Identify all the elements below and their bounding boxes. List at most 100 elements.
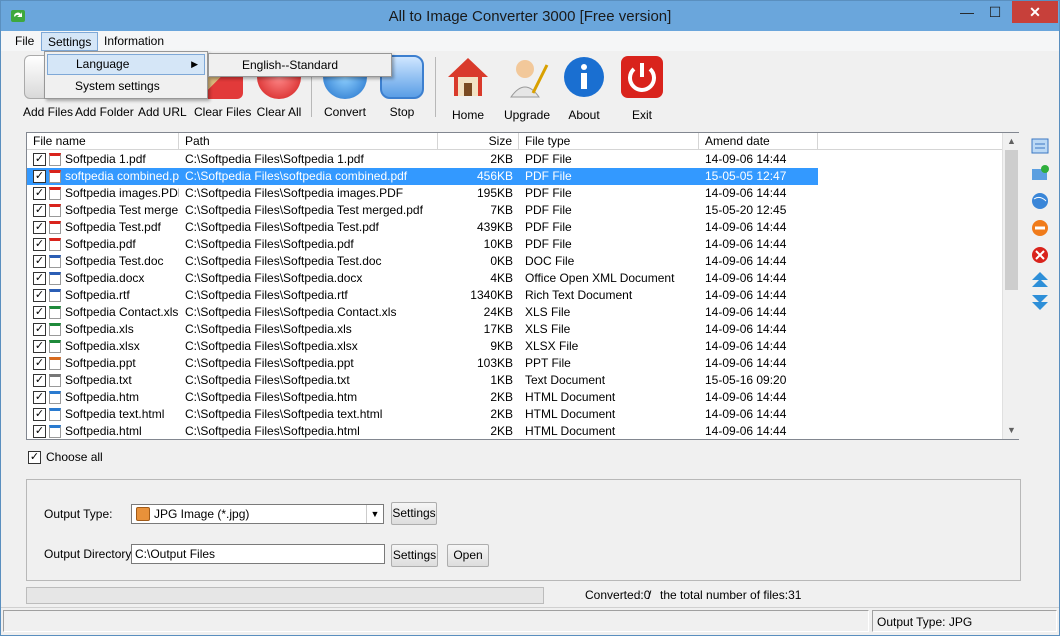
language-submenu-item-english[interactable]: English--Standard <box>208 53 392 77</box>
conversion-progress-bar <box>26 587 544 604</box>
table-row[interactable]: ✓ Softpedia.htm C:\Softpedia Files\Softped… <box>27 389 1002 406</box>
row-checkbox[interactable]: ✓ <box>33 408 46 421</box>
row-checkbox[interactable]: ✓ <box>33 306 46 319</box>
scroll-up-arrow-icon[interactable]: ▲ <box>1003 133 1020 150</box>
close-button[interactable]: ✕ <box>1012 1 1058 23</box>
row-checkbox[interactable]: ✓ <box>33 204 46 217</box>
cell-type: PDF File <box>525 237 572 251</box>
table-row[interactable]: ✓ Softpedia Contact.xls C:\Softpedia Files… <box>27 304 1002 321</box>
cell-path: C:\Softpedia Files\Softpedia.pdf <box>185 237 354 251</box>
move-up-icon[interactable] <box>1031 271 1049 289</box>
table-row[interactable]: ✓ Softpedia Test.pdf C:\Softpedia Files\So… <box>27 219 1002 236</box>
column-header-size[interactable]: Size <box>438 133 519 150</box>
table-row[interactable]: ✓ Softpedia.txt C:\Softpedia Files\Softped… <box>27 372 1002 389</box>
file-list[interactable]: File name Path Size File type Amend date… <box>26 132 1019 440</box>
move-down-icon[interactable] <box>1031 293 1049 311</box>
remove-icon[interactable] <box>1031 219 1049 237</box>
table-row[interactable]: ✓ Softpedia.xls C:\Softpedia Files\Softped… <box>27 321 1002 338</box>
choose-all-checkbox-box[interactable]: ✓ <box>28 451 41 464</box>
row-checkbox[interactable]: ✓ <box>33 170 46 183</box>
cell-file-name: ✓ Softpedia.xlsx <box>27 338 179 355</box>
column-header-file-type[interactable]: File type <box>519 133 699 150</box>
output-directory-settings-button[interactable]: Settings <box>391 544 438 567</box>
cell-path: C:\Softpedia Files\Softpedia Test.pdf <box>185 220 379 234</box>
menu-item-system-settings[interactable]: System settings <box>47 76 205 97</box>
cell-type: PDF File <box>519 168 699 185</box>
maximize-button[interactable]: ☐ <box>981 1 1009 23</box>
table-row[interactable]: ✓ Softpedia text.html C:\Softpedia Files\S… <box>27 406 1002 423</box>
cell-type: Text Document <box>525 373 606 387</box>
exit-button[interactable]: Exit <box>618 55 666 122</box>
list-view-icon[interactable] <box>1031 137 1049 155</box>
cell-date: 14-09-06 14:44 <box>705 424 787 438</box>
menu-item-language[interactable]: Language ▶ <box>47 54 205 75</box>
row-checkbox[interactable]: ✓ <box>33 153 46 166</box>
home-button[interactable]: Home <box>444 55 492 122</box>
row-checkbox[interactable]: ✓ <box>33 221 46 234</box>
about-button[interactable]: About <box>560 55 608 122</box>
pdf-file-icon <box>49 187 61 200</box>
row-checkbox[interactable]: ✓ <box>33 357 46 370</box>
add-folder-side-icon[interactable] <box>1031 164 1049 182</box>
htm-file-icon <box>49 408 61 421</box>
cell-date: 14-09-06 14:44 <box>705 186 787 200</box>
cell-size: 1340KB <box>470 288 513 302</box>
output-type-settings-button[interactable]: Settings <box>391 502 437 525</box>
file-list-scrollbar[interactable]: ▲ ▼ <box>1002 133 1019 439</box>
output-type-select[interactable]: JPG Image (*.jpg) ▼ <box>131 504 384 524</box>
scrollbar-thumb[interactable] <box>1005 150 1018 290</box>
table-row[interactable]: ✓ Softpedia.docx C:\Softpedia Files\Softpe… <box>27 270 1002 287</box>
chevron-down-icon[interactable]: ▼ <box>366 505 383 523</box>
output-type-value: JPG Image (*.jpg) <box>154 507 250 521</box>
cell-date: 14-09-06 14:44 <box>705 305 787 319</box>
cell-file-name: ✓ Softpedia images.PDF <box>27 185 179 202</box>
file-name-text: Softpedia.xls <box>65 322 134 336</box>
column-header-amend-date[interactable]: Amend date <box>699 133 818 150</box>
title-bar[interactable]: All to Image Converter 3000 [Free versio… <box>1 1 1059 31</box>
cell-type: PPT File <box>525 356 571 370</box>
row-checkbox[interactable]: ✓ <box>33 374 46 387</box>
table-row[interactable]: ✓ Softpedia 1.pdf C:\Softpedia Files\Softp… <box>27 151 1002 168</box>
row-checkbox[interactable]: ✓ <box>33 255 46 268</box>
open-button[interactable]: Open <box>447 544 489 567</box>
table-row[interactable]: ✓ Softpedia.xlsx C:\Softpedia Files\Softpe… <box>27 338 1002 355</box>
row-checkbox[interactable]: ✓ <box>33 323 46 336</box>
clear-all-side-icon[interactable] <box>1031 246 1049 264</box>
column-header-path[interactable]: Path <box>179 133 438 150</box>
row-checkbox[interactable]: ✓ <box>33 238 46 251</box>
upgrade-button[interactable]: Upgrade <box>501 55 553 122</box>
home-label: Home <box>451 108 484 122</box>
menu-settings[interactable]: Settings <box>41 32 99 51</box>
menu-information[interactable]: Information <box>98 32 170 51</box>
table-row[interactable]: ✓ Softpedia.html C:\Softpedia Files\Softpe… <box>27 423 1002 440</box>
cell-size: 2KB <box>490 407 513 421</box>
row-checkbox[interactable]: ✓ <box>33 289 46 302</box>
scroll-down-arrow-icon[interactable]: ▼ <box>1003 422 1020 439</box>
row-checkbox[interactable]: ✓ <box>33 340 46 353</box>
minimize-button[interactable]: — <box>953 1 981 23</box>
table-row[interactable]: ✓ softpedia combined.pdf C:\Softpedia File… <box>27 168 1002 185</box>
menu-file[interactable]: File <box>9 32 40 51</box>
add-folder-label: Add Folder <box>75 105 134 119</box>
table-row[interactable]: ✓ Softpedia.rtf C:\Softpedia Files\Softped… <box>27 287 1002 304</box>
table-row[interactable]: ✓ Softpedia.ppt C:\Softpedia Files\Softped… <box>27 355 1002 372</box>
row-checkbox[interactable]: ✓ <box>33 272 46 285</box>
cell-path: C:\Softpedia Files\Softpedia 1.pdf <box>185 152 364 166</box>
file-list-header: File name Path Size File type Amend date <box>27 133 1002 150</box>
column-header-file-name[interactable]: File name <box>27 133 179 150</box>
cell-date: 14-09-06 14:44 <box>705 390 787 404</box>
row-checkbox[interactable]: ✓ <box>33 391 46 404</box>
table-row[interactable]: ✓ Softpedia Test.doc C:\Softpedia Files\So… <box>27 253 1002 270</box>
cell-size: 2KB <box>490 152 513 166</box>
add-url-side-icon[interactable] <box>1031 192 1049 210</box>
file-name-text: Softpedia.ppt <box>65 356 136 370</box>
table-row[interactable]: ✓ Softpedia.pdf C:\Softpedia Files\Softped… <box>27 236 1002 253</box>
row-checkbox[interactable]: ✓ <box>33 187 46 200</box>
row-checkbox[interactable]: ✓ <box>33 425 46 438</box>
cell-size: 7KB <box>490 203 513 217</box>
ppt-file-icon <box>49 357 61 370</box>
table-row[interactable]: ✓ Softpedia images.PDF C:\Softpedia Files\… <box>27 185 1002 202</box>
table-row[interactable]: ✓ Softpedia Test merge... C:\Softpedia Fil… <box>27 202 1002 219</box>
cell-size: 103KB <box>476 356 513 370</box>
output-directory-field[interactable]: C:\Output Files <box>131 544 385 564</box>
